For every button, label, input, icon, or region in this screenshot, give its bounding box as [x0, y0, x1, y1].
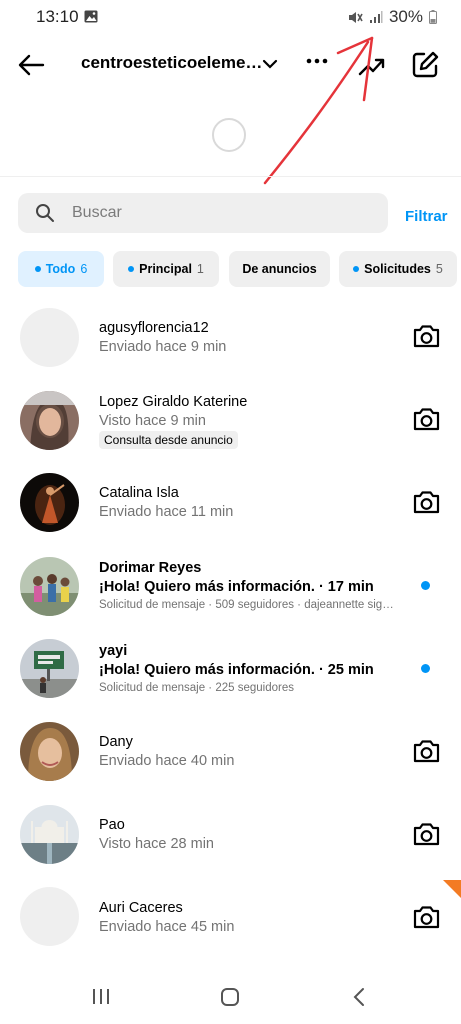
conversation-name: agusyflorencia12: [99, 320, 209, 336]
tab-de-anuncios[interactable]: De anuncios: [229, 251, 330, 287]
tab-label: Principal: [139, 262, 192, 276]
unread-indicator: [421, 664, 430, 673]
avatar[interactable]: [20, 391, 79, 450]
conversation-message: ¡Hola! Quiero más información. · 25 min: [99, 662, 374, 678]
avatar-photo: [20, 639, 79, 698]
avatar[interactable]: [20, 805, 79, 864]
more-options-icon[interactable]: [306, 58, 328, 64]
camera-icon[interactable]: [412, 904, 441, 931]
battery-percent: 30%: [388, 7, 423, 26]
tab-label: Solicitudes: [364, 262, 431, 276]
tab-todo[interactable]: Todo 6: [18, 251, 104, 287]
tab-solicitudes[interactable]: Solicitudes 5: [339, 251, 457, 287]
unread-indicator: [421, 581, 430, 590]
status-bar: 13:10 30%: [0, 0, 461, 34]
mute-icon: [348, 11, 363, 23]
corner-marker: [443, 880, 461, 898]
camera-icon[interactable]: [412, 406, 441, 433]
avatar-photo: [20, 391, 79, 450]
conversation-name: Auri Caceres: [99, 900, 183, 916]
signal-icon: [369, 11, 383, 23]
conversation-meta: Solicitud de mensaje · 509 seguidores · …: [99, 599, 394, 611]
gallery-icon: [84, 10, 98, 23]
back-arrow-icon[interactable]: [16, 50, 46, 80]
camera-icon[interactable]: [412, 489, 441, 516]
conversation-row[interactable]: Dorimar Reyes ¡Hola! Quiero más informac…: [0, 548, 461, 628]
avatar[interactable]: [20, 308, 79, 367]
conversation-row[interactable]: Pao Visto hace 28 min: [0, 797, 461, 877]
avatar[interactable]: [20, 887, 79, 946]
chevron-down-icon[interactable]: [262, 58, 278, 70]
search-placeholder: Buscar: [72, 204, 122, 221]
conversation-status: Visto hace 9 min: [99, 413, 206, 429]
camera-icon[interactable]: [412, 323, 441, 350]
conversation-status: Visto hace 28 min: [99, 836, 214, 852]
tab-label: Todo: [45, 262, 76, 276]
avatar[interactable]: [20, 639, 79, 698]
tab-label: De anuncios: [242, 262, 317, 276]
avatar-photo: [20, 805, 79, 864]
conversation-row[interactable]: Auri Caceres Enviado hace 45 min: [0, 880, 461, 960]
search-bar[interactable]: Buscar: [18, 193, 388, 233]
ad-inquiry-tag: Consulta desde anuncio: [99, 431, 238, 449]
conversation-status: Enviado hace 11 min: [99, 504, 234, 520]
filter-button[interactable]: Filtrar: [405, 208, 448, 225]
trending-icon[interactable]: [358, 52, 386, 80]
app-header: centroesteticoeleme…: [0, 38, 461, 94]
loading-spinner: [212, 118, 246, 152]
search-icon: [36, 204, 54, 222]
tab-dot: [34, 266, 41, 272]
account-name[interactable]: centroesteticoeleme…: [81, 53, 262, 73]
conversation-name: Catalina Isla: [99, 485, 179, 501]
conversation-row[interactable]: yayi ¡Hola! Quiero más información. · 25…: [0, 631, 461, 711]
conversation-message: ¡Hola! Quiero más información. · 17 min: [99, 579, 374, 595]
battery-icon: [429, 10, 437, 24]
avatar[interactable]: [20, 722, 79, 781]
tab-principal[interactable]: Principal 1: [113, 251, 219, 287]
avatar-photo: [20, 557, 79, 616]
camera-icon[interactable]: [412, 738, 441, 765]
home-icon[interactable]: [220, 987, 240, 1007]
avatar[interactable]: [20, 557, 79, 616]
tab-count: 5: [435, 262, 443, 276]
conversation-status: Enviado hace 45 min: [99, 919, 235, 935]
camera-icon[interactable]: [412, 821, 441, 848]
conversation-name: yayi: [99, 643, 128, 659]
tab-count: 1: [196, 262, 204, 276]
tab-dot: [353, 266, 360, 272]
conversation-name: Dorimar Reyes: [99, 560, 202, 576]
conversation-meta: Solicitud de mensaje · 225 seguidores: [99, 682, 294, 694]
avatar-photo: [20, 722, 79, 781]
conversation-row[interactable]: Dany Enviado hace 40 min: [0, 714, 461, 794]
conversation-row[interactable]: agusyflorencia12 Enviado hace 9 min: [0, 300, 461, 380]
system-nav-bar: [0, 968, 461, 1024]
divider: [0, 176, 461, 177]
conversation-name: Dany: [99, 734, 133, 750]
compose-icon[interactable]: [410, 50, 440, 80]
tab-dot: [128, 266, 135, 272]
conversation-name: Pao: [99, 817, 125, 833]
conversation-row[interactable]: Lopez Giraldo Katerine Visto hace 9 min …: [0, 382, 461, 462]
avatar[interactable]: [20, 473, 79, 532]
conversation-name: Lopez Giraldo Katerine: [99, 394, 248, 410]
avatar-photo: [20, 473, 79, 532]
status-time: 13:10: [36, 7, 79, 26]
back-icon[interactable]: [352, 987, 366, 1007]
conversation-status: Enviado hace 40 min: [99, 753, 235, 769]
tab-count: 6: [80, 262, 88, 276]
recent-apps-icon[interactable]: [91, 988, 111, 1005]
conversation-row[interactable]: Catalina Isla Enviado hace 11 min: [0, 465, 461, 545]
conversation-status: Enviado hace 9 min: [99, 339, 227, 355]
